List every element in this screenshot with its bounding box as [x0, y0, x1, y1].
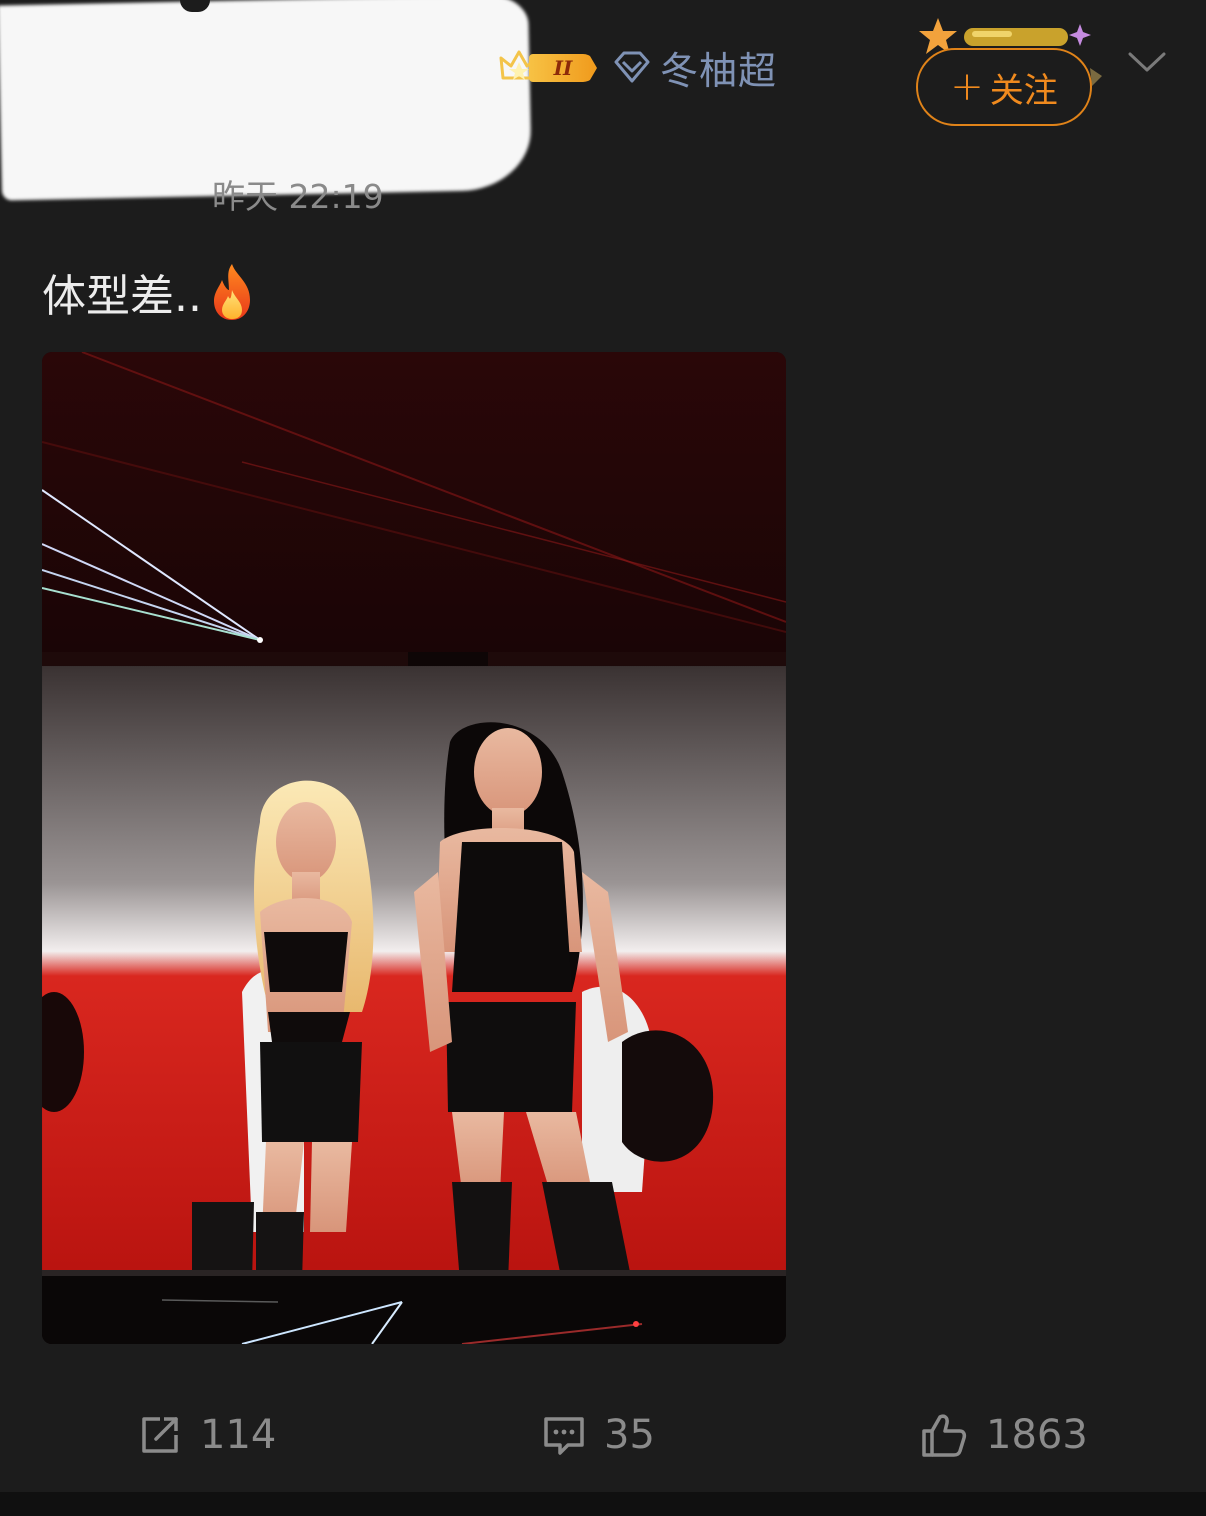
repost-icon	[142, 1417, 178, 1453]
repost-count: 114	[200, 1412, 277, 1458]
like-count: 1863	[986, 1412, 1088, 1458]
chaohua-label: 冬柚超	[660, 48, 778, 93]
post-image[interactable]	[42, 352, 786, 1344]
chaohua-link[interactable]: 冬柚超	[612, 40, 777, 94]
post-timestamp: 昨天 22:19	[212, 177, 384, 216]
bottom-separator	[0, 1492, 1206, 1516]
fire-icon	[213, 264, 250, 320]
like-button[interactable]: 1863	[920, 1405, 1088, 1465]
user-level-badge[interactable]: II	[497, 48, 601, 86]
follow-label: 关注	[989, 70, 1058, 111]
concert-photo	[42, 352, 786, 1344]
weibo-post-page: II 冬柚超 + 关注 昨天 22:19 体型差.. 114 35 1863	[0, 0, 1206, 1516]
post-content: 体型差..	[42, 260, 258, 324]
chevron-down-icon[interactable]	[1126, 48, 1168, 76]
comment-icon	[544, 1417, 584, 1455]
comment-count: 35	[604, 1412, 655, 1458]
plus-icon: +	[950, 64, 984, 110]
follow-button[interactable]: + 关注	[916, 48, 1092, 126]
level-number: II	[529, 54, 597, 82]
post-action-bar: 114 35 1863	[0, 1395, 1206, 1475]
repost-button[interactable]: 114	[138, 1405, 276, 1465]
thumbs-up-icon	[922, 1414, 967, 1457]
diamond-icon	[614, 51, 650, 83]
post-text: 体型差..	[42, 271, 202, 322]
comment-button[interactable]: 35	[542, 1405, 655, 1465]
